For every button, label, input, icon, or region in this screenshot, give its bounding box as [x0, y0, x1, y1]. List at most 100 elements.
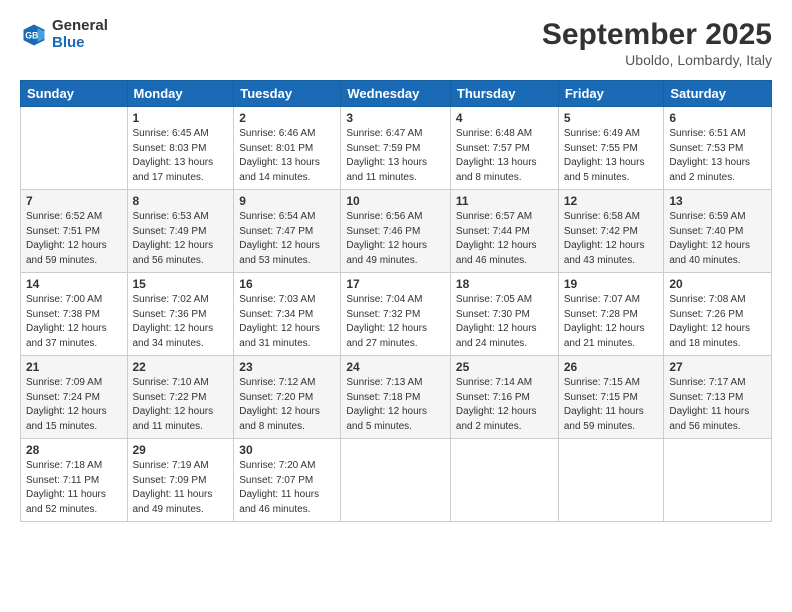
day-number: 25: [456, 360, 553, 374]
day-number: 4: [456, 111, 553, 125]
day-cell: 15 Sunrise: 7:02 AM Sunset: 7:36 PM Dayli…: [127, 273, 234, 356]
day-number: 22: [133, 360, 229, 374]
col-header-tuesday: Tuesday: [234, 81, 341, 107]
day-cell: [341, 439, 451, 522]
day-cell: 17 Sunrise: 7:04 AM Sunset: 7:32 PM Dayli…: [341, 273, 451, 356]
col-header-wednesday: Wednesday: [341, 81, 451, 107]
day-info: Sunrise: 7:05 AM Sunset: 7:30 PM Dayligh…: [456, 293, 553, 351]
day-number: 28: [26, 443, 122, 457]
day-info: Sunrise: 7:03 AM Sunset: 7:34 PM Dayligh…: [239, 293, 335, 351]
svg-text:GB: GB: [25, 30, 38, 40]
day-number: 5: [564, 111, 659, 125]
day-info: Sunrise: 7:07 AM Sunset: 7:28 PM Dayligh…: [564, 293, 659, 351]
day-number: 10: [346, 194, 445, 208]
day-cell: 7 Sunrise: 6:52 AM Sunset: 7:51 PM Daylig…: [21, 190, 128, 273]
day-cell: 12 Sunrise: 6:58 AM Sunset: 7:42 PM Dayli…: [558, 190, 664, 273]
day-info: Sunrise: 7:13 AM Sunset: 7:18 PM Dayligh…: [346, 376, 445, 434]
logo-blue: Blue: [52, 35, 108, 52]
logo: GB General Blue: [20, 18, 108, 51]
logo-general: General: [52, 18, 108, 35]
day-cell: 8 Sunrise: 6:53 AM Sunset: 7:49 PM Daylig…: [127, 190, 234, 273]
day-info: Sunrise: 6:48 AM Sunset: 7:57 PM Dayligh…: [456, 127, 553, 185]
day-cell: [21, 107, 128, 190]
day-info: Sunrise: 6:53 AM Sunset: 7:49 PM Dayligh…: [133, 210, 229, 268]
day-number: 9: [239, 194, 335, 208]
day-number: 20: [669, 277, 766, 291]
day-info: Sunrise: 6:47 AM Sunset: 7:59 PM Dayligh…: [346, 127, 445, 185]
week-row-3: 14 Sunrise: 7:00 AM Sunset: 7:38 PM Dayli…: [21, 273, 772, 356]
day-cell: 19 Sunrise: 7:07 AM Sunset: 7:28 PM Dayli…: [558, 273, 664, 356]
day-cell: 28 Sunrise: 7:18 AM Sunset: 7:11 PM Dayli…: [21, 439, 128, 522]
day-info: Sunrise: 6:52 AM Sunset: 7:51 PM Dayligh…: [26, 210, 122, 268]
day-number: 7: [26, 194, 122, 208]
day-cell: 2 Sunrise: 6:46 AM Sunset: 8:01 PM Daylig…: [234, 107, 341, 190]
day-number: 16: [239, 277, 335, 291]
day-cell: 10 Sunrise: 6:56 AM Sunset: 7:46 PM Dayli…: [341, 190, 451, 273]
day-number: 15: [133, 277, 229, 291]
day-info: Sunrise: 7:14 AM Sunset: 7:16 PM Dayligh…: [456, 376, 553, 434]
day-number: 26: [564, 360, 659, 374]
day-cell: 14 Sunrise: 7:00 AM Sunset: 7:38 PM Dayli…: [21, 273, 128, 356]
day-cell: 18Sunrise: 7:05 AM Sunset: 7:30 PM Dayli…: [450, 273, 558, 356]
day-info: Sunrise: 7:15 AM Sunset: 7:15 PM Dayligh…: [564, 376, 659, 434]
day-number: 3: [346, 111, 445, 125]
day-cell: [450, 439, 558, 522]
day-info: Sunrise: 6:46 AM Sunset: 8:01 PM Dayligh…: [239, 127, 335, 185]
day-info: Sunrise: 6:56 AM Sunset: 7:46 PM Dayligh…: [346, 210, 445, 268]
day-info: Sunrise: 7:02 AM Sunset: 7:36 PM Dayligh…: [133, 293, 229, 351]
day-info: Sunrise: 7:00 AM Sunset: 7:38 PM Dayligh…: [26, 293, 122, 351]
day-cell: 26 Sunrise: 7:15 AM Sunset: 7:15 PM Dayli…: [558, 356, 664, 439]
day-info: Sunrise: 7:20 AM Sunset: 7:07 PM Dayligh…: [239, 459, 335, 517]
day-cell: 22 Sunrise: 7:10 AM Sunset: 7:22 PM Dayli…: [127, 356, 234, 439]
location: Uboldo, Lombardy, Italy: [542, 52, 772, 68]
day-number: 12: [564, 194, 659, 208]
day-cell: 1 Sunrise: 6:45 AM Sunset: 8:03 PM Daylig…: [127, 107, 234, 190]
day-info: Sunrise: 7:19 AM Sunset: 7:09 PM Dayligh…: [133, 459, 229, 517]
day-info: Sunrise: 6:54 AM Sunset: 7:47 PM Dayligh…: [239, 210, 335, 268]
day-info: Sunrise: 6:51 AM Sunset: 7:53 PM Dayligh…: [669, 127, 766, 185]
col-header-saturday: Saturday: [664, 81, 772, 107]
day-number: 19: [564, 277, 659, 291]
day-number: 23: [239, 360, 335, 374]
day-info: Sunrise: 7:04 AM Sunset: 7:32 PM Dayligh…: [346, 293, 445, 351]
calendar-table: SundayMondayTuesdayWednesdayThursdayFrid…: [20, 80, 772, 522]
day-info: Sunrise: 6:58 AM Sunset: 7:42 PM Dayligh…: [564, 210, 659, 268]
logo-text: General Blue: [52, 18, 108, 51]
day-cell: 25 Sunrise: 7:14 AM Sunset: 7:16 PM Dayli…: [450, 356, 558, 439]
day-cell: 6 Sunrise: 6:51 AM Sunset: 7:53 PM Daylig…: [664, 107, 772, 190]
day-info: Sunrise: 6:49 AM Sunset: 7:55 PM Dayligh…: [564, 127, 659, 185]
header: GB General Blue September 2025 Uboldo, L…: [20, 18, 772, 68]
page: GB General Blue September 2025 Uboldo, L…: [0, 0, 792, 612]
day-number: 17: [346, 277, 445, 291]
day-cell: 3 Sunrise: 6:47 AM Sunset: 7:59 PM Daylig…: [341, 107, 451, 190]
day-info: Sunrise: 7:10 AM Sunset: 7:22 PM Dayligh…: [133, 376, 229, 434]
day-number: 29: [133, 443, 229, 457]
day-info: Sunrise: 7:08 AM Sunset: 7:26 PM Dayligh…: [669, 293, 766, 351]
day-number: 1: [133, 111, 229, 125]
week-row-5: 28 Sunrise: 7:18 AM Sunset: 7:11 PM Dayli…: [21, 439, 772, 522]
day-number: 21: [26, 360, 122, 374]
day-cell: 24 Sunrise: 7:13 AM Sunset: 7:18 PM Dayli…: [341, 356, 451, 439]
week-row-2: 7 Sunrise: 6:52 AM Sunset: 7:51 PM Daylig…: [21, 190, 772, 273]
day-cell: 20 Sunrise: 7:08 AM Sunset: 7:26 PM Dayli…: [664, 273, 772, 356]
day-info: Sunrise: 6:57 AM Sunset: 7:44 PM Dayligh…: [456, 210, 553, 268]
day-number: 30: [239, 443, 335, 457]
day-info: Sunrise: 7:18 AM Sunset: 7:11 PM Dayligh…: [26, 459, 122, 517]
day-cell: 16 Sunrise: 7:03 AM Sunset: 7:34 PM Dayli…: [234, 273, 341, 356]
day-cell: 11 Sunrise: 6:57 AM Sunset: 7:44 PM Dayli…: [450, 190, 558, 273]
day-number: 8: [133, 194, 229, 208]
day-cell: [664, 439, 772, 522]
day-number: 24: [346, 360, 445, 374]
day-number: 11: [456, 194, 553, 208]
col-header-friday: Friday: [558, 81, 664, 107]
day-cell: 30 Sunrise: 7:20 AM Sunset: 7:07 PM Dayli…: [234, 439, 341, 522]
week-row-4: 21Sunrise: 7:09 AM Sunset: 7:24 PM Dayli…: [21, 356, 772, 439]
day-number: 13: [669, 194, 766, 208]
day-number: 2: [239, 111, 335, 125]
day-number: 14: [26, 277, 122, 291]
day-info: Sunrise: 6:45 AM Sunset: 8:03 PM Dayligh…: [133, 127, 229, 185]
month-title: September 2025: [542, 18, 772, 52]
day-cell: 23Sunrise: 7:12 AM Sunset: 7:20 PM Dayli…: [234, 356, 341, 439]
title-block: September 2025 Uboldo, Lombardy, Italy: [542, 18, 772, 68]
day-number: 6: [669, 111, 766, 125]
